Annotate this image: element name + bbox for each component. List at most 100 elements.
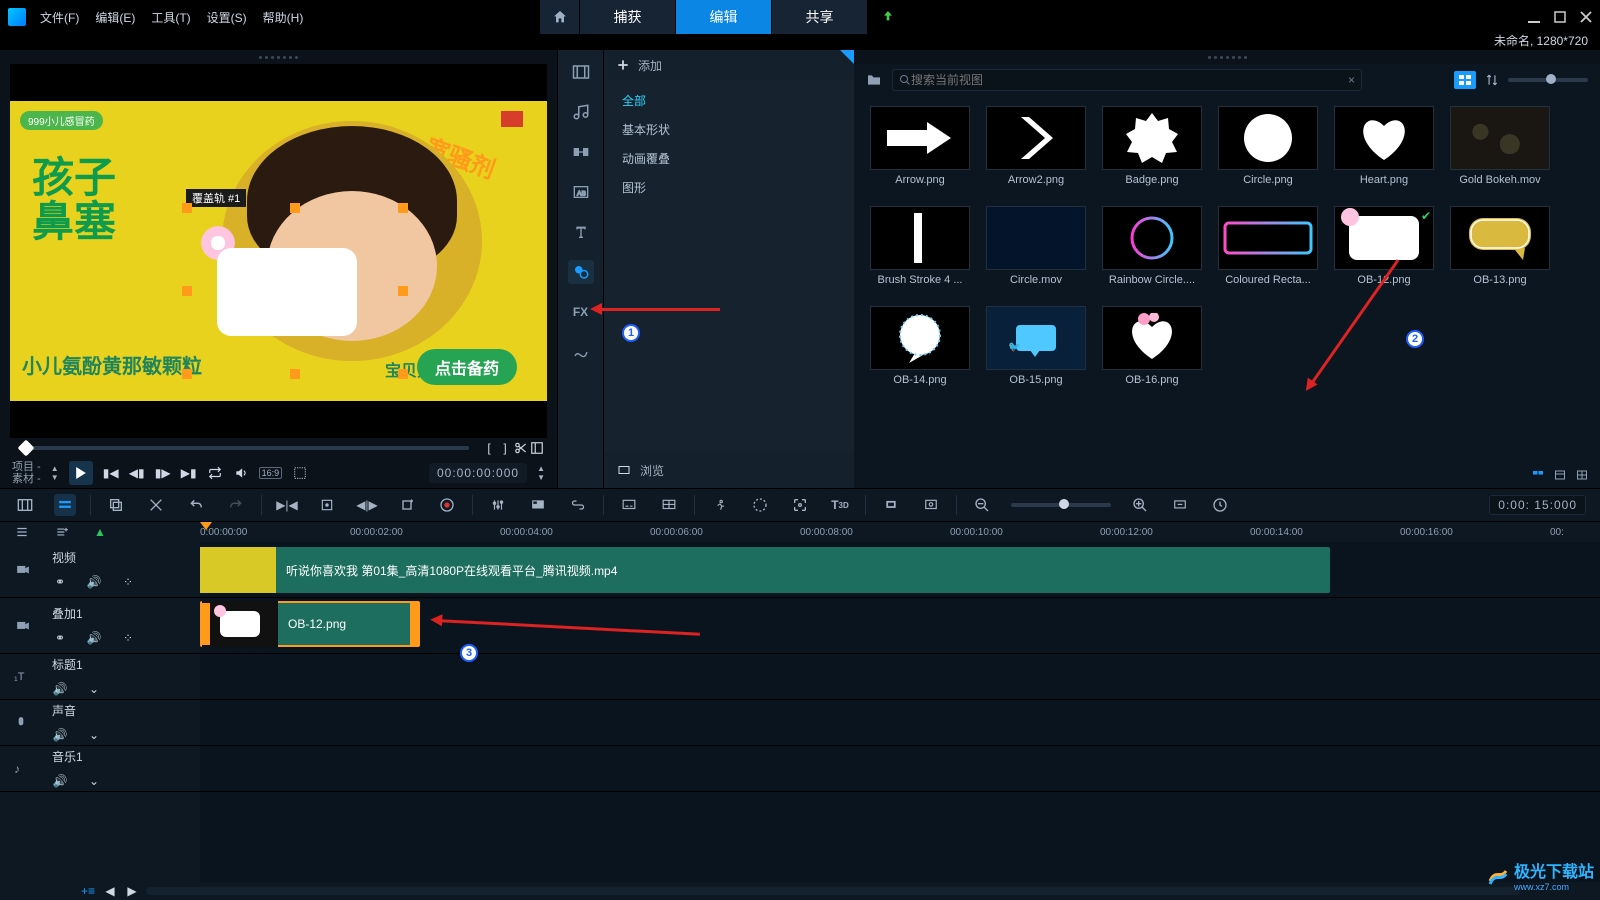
hscroll-left-icon[interactable]: ◀ xyxy=(102,883,118,899)
thumb-chev[interactable]: Arrow2.png xyxy=(984,106,1088,200)
redo-icon[interactable] xyxy=(225,494,247,516)
cat-anim[interactable]: 动画覆叠 xyxy=(604,144,854,173)
paths-tab-icon[interactable] xyxy=(568,340,594,364)
aspect-ratio[interactable]: 16:9 xyxy=(259,467,283,479)
duration-icon[interactable] xyxy=(1209,494,1231,516)
preview-mode-label[interactable]: 项目 -素材 - xyxy=(12,461,41,485)
rotate-icon[interactable] xyxy=(396,494,418,516)
sort-icon[interactable] xyxy=(1484,72,1500,88)
chevron-down-icon[interactable]: ⌄ xyxy=(86,773,102,789)
preview-timecode[interactable]: 00:00:00:000 xyxy=(429,463,527,483)
copy-attrs-icon[interactable] xyxy=(105,494,127,516)
search-input[interactable]: × xyxy=(892,69,1362,91)
mute-icon[interactable]: 🔊 xyxy=(52,727,68,743)
mask-icon[interactable] xyxy=(880,494,902,516)
cat-basic[interactable]: 基本形状 xyxy=(604,115,854,144)
thumb-badge[interactable]: Badge.png xyxy=(1100,106,1204,200)
thumb-circ2[interactable]: Circle.mov xyxy=(984,206,1088,300)
project-duration[interactable]: 0:00: 15:000 xyxy=(1489,495,1586,515)
menu-settings[interactable]: 设置(S) xyxy=(207,9,247,26)
text-tab-icon[interactable] xyxy=(568,220,594,244)
grid-view-icon[interactable] xyxy=(1454,71,1476,89)
menu-edit[interactable]: 编辑(E) xyxy=(95,9,135,26)
step-back-icon[interactable]: ◀▮ xyxy=(129,465,145,481)
menu-tools[interactable]: 工具(T) xyxy=(151,9,190,26)
track-add-icon[interactable] xyxy=(54,525,70,539)
speech-bubble-overlay[interactable] xyxy=(217,248,357,336)
stabilize-icon[interactable] xyxy=(789,494,811,516)
mode-arrows[interactable]: ▲▼ xyxy=(51,464,59,482)
timeline-view-icon[interactable] xyxy=(54,494,76,516)
cat-graphic[interactable]: 图形 xyxy=(604,173,854,202)
thumb-circle[interactable]: Circle.png xyxy=(1216,106,1320,200)
preview-canvas[interactable]: 999小儿感冒药 宽骚剂 孩子鼻塞 小儿氨酚黄那敏颗粒 宝贝开学不慌张 点击备药… xyxy=(10,64,547,438)
mark-out-icon[interactable]: ] xyxy=(497,440,513,456)
video-clip[interactable]: 听说你喜欢我 第01集_高清1080P在线观看平台_腾讯视频.mp4 xyxy=(200,547,1330,593)
mute-icon[interactable]: 🔊 xyxy=(86,630,102,646)
track-head-title[interactable]: ₁T 标题1 🔊⌄ xyxy=(0,654,200,700)
folder-icon[interactable] xyxy=(866,72,882,88)
mute-icon[interactable]: 🔊 xyxy=(86,574,102,590)
split-icon[interactable] xyxy=(513,440,529,456)
fit-project-icon[interactable] xyxy=(1169,494,1191,516)
thumb-heart[interactable]: Heart.png xyxy=(1332,106,1436,200)
thumb-ob16[interactable]: OB-16.png xyxy=(1100,306,1204,400)
step-fwd-icon[interactable]: ▮▶ xyxy=(155,465,171,481)
minimize-icon[interactable] xyxy=(1528,11,1540,23)
volume-icon[interactable] xyxy=(233,465,249,481)
tools-icon[interactable] xyxy=(145,494,167,516)
overlay-selection[interactable] xyxy=(185,206,405,376)
thumb-size-slider[interactable] xyxy=(1508,78,1588,82)
crop-icon[interactable] xyxy=(316,494,338,516)
trim-icon[interactable]: ▶|◀ xyxy=(276,494,298,516)
play-button[interactable] xyxy=(69,461,93,485)
menu-help[interactable]: 帮助(H) xyxy=(263,9,304,26)
thumb-arrow[interactable]: Arrow.png xyxy=(868,106,972,200)
track-expand-icon[interactable]: ▲ xyxy=(94,525,106,539)
mute-icon[interactable]: 🔊 xyxy=(52,681,68,697)
timeline-hscrollbar[interactable] xyxy=(146,887,1520,895)
goto-end-icon[interactable]: ▶▮ xyxy=(181,465,197,481)
motion-icon[interactable] xyxy=(709,494,731,516)
tab-capture[interactable]: 捕获 xyxy=(580,0,676,34)
hscroll-right-icon[interactable]: ▶ xyxy=(124,883,140,899)
tab-share[interactable]: 共享 xyxy=(772,0,868,34)
thumb-bokeh[interactable]: Gold Bokeh.mov xyxy=(1448,106,1552,200)
loop-icon[interactable] xyxy=(207,465,223,481)
expand-preview-icon[interactable] xyxy=(529,440,545,456)
close-icon[interactable] xyxy=(1580,11,1592,23)
link-icon[interactable]: ⚭ xyxy=(52,630,68,646)
fx-sparkle-icon[interactable]: ⁘ xyxy=(120,630,136,646)
resize-preview-icon[interactable] xyxy=(292,465,308,481)
thumb-ob15[interactable]: 🐦OB-15.png xyxy=(984,306,1088,400)
zoom-slider[interactable] xyxy=(1011,503,1111,507)
stretch-icon[interactable]: ◀|▶ xyxy=(356,494,378,516)
detail-view-icon[interactable] xyxy=(1574,467,1590,483)
subtitle-icon[interactable] xyxy=(618,494,640,516)
fx-sparkle-icon[interactable]: ⁘ xyxy=(120,574,136,590)
audio-mixer-icon[interactable] xyxy=(487,494,509,516)
tab-edit[interactable]: 编辑 xyxy=(676,0,772,34)
media-tab-icon[interactable] xyxy=(568,60,594,84)
collapse-tree-icon[interactable] xyxy=(1530,467,1546,483)
link-icon[interactable]: ⚭ xyxy=(52,574,68,590)
mute-icon[interactable]: 🔊 xyxy=(52,773,68,789)
add-track-icon[interactable]: +≡ xyxy=(80,883,96,899)
thumb-crect[interactable]: Coloured Recta... xyxy=(1216,206,1320,300)
preview-seekbar[interactable] xyxy=(24,446,469,450)
text3d-icon[interactable]: T3D xyxy=(829,494,851,516)
chevron-down-icon[interactable]: ⌄ xyxy=(86,727,102,743)
track-head-music[interactable]: ♪ 音乐1 🔊⌄ xyxy=(0,746,200,792)
menu-file[interactable]: 文件(F) xyxy=(40,9,79,26)
panel-handle[interactable] xyxy=(0,50,557,64)
cat-all[interactable]: 全部 xyxy=(604,86,854,115)
tracking-icon[interactable] xyxy=(749,494,771,516)
zoom-in-icon[interactable] xyxy=(1129,494,1151,516)
thumb-ob12[interactable]: ✔OB-12.png xyxy=(1332,206,1436,300)
record-icon[interactable] xyxy=(436,494,458,516)
playhead[interactable] xyxy=(200,522,212,530)
titles-tab-icon[interactable]: AB xyxy=(568,180,594,204)
thumb-ob14[interactable]: OB-14.png xyxy=(868,306,972,400)
storyboard-view-icon[interactable] xyxy=(14,494,36,516)
link-icon[interactable] xyxy=(567,494,589,516)
